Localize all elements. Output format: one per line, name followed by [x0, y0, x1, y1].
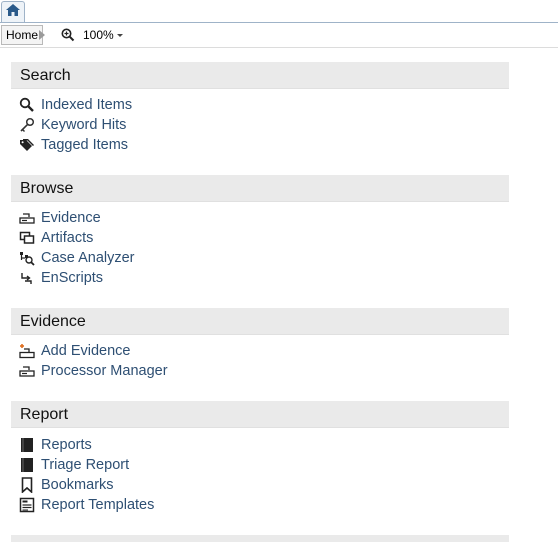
tab-home[interactable]: [1, 1, 25, 22]
link-case-analyzer[interactable]: Case Analyzer: [18, 248, 135, 268]
section-title: Browse: [11, 175, 509, 202]
link-label: Tagged Items: [41, 137, 129, 153]
link-label: Evidence: [41, 210, 101, 226]
link-label: Case Analyzer: [41, 250, 135, 266]
artifacts-icon: [18, 230, 36, 246]
link-triage-report[interactable]: Triage Report: [18, 455, 129, 475]
section-report: Report: [11, 401, 509, 428]
link-label: Add Evidence: [41, 343, 131, 359]
book-icon: [18, 457, 36, 473]
section-evidence: Evidence: [11, 308, 509, 335]
link-label: EnScripts: [41, 270, 104, 286]
book-icon: [18, 437, 36, 453]
tab-strip: [0, 0, 558, 23]
link-evidence[interactable]: Evidence: [18, 208, 101, 228]
tags-icon: [18, 137, 36, 153]
case-analyzer-icon: [18, 250, 36, 266]
link-keyword-hits[interactable]: Keyword Hits: [18, 115, 126, 135]
section-title: Evidence: [11, 308, 509, 335]
breadcrumb-home[interactable]: Home: [1, 25, 44, 45]
link-label: Processor Manager: [41, 363, 168, 379]
link-enscripts[interactable]: EnScripts: [18, 268, 103, 288]
zoom-level[interactable]: 100%: [83, 28, 114, 42]
zoom-dropdown-caret-icon[interactable]: [117, 34, 123, 37]
link-label: Reports: [41, 437, 92, 453]
section-search: Search: [11, 62, 509, 89]
breadcrumb-arrow-icon: [39, 30, 45, 40]
template-icon: [18, 497, 36, 513]
section-browse: Browse: [11, 175, 509, 202]
link-add-evidence[interactable]: Add Evidence: [18, 341, 130, 361]
link-label: Indexed Items: [41, 97, 133, 113]
link-tagged-items[interactable]: Tagged Items: [18, 135, 128, 155]
link-report-templates[interactable]: Report Templates: [18, 495, 154, 515]
key-icon: [18, 117, 36, 133]
link-label: Report Templates: [41, 497, 155, 513]
link-label: Artifacts: [41, 230, 94, 246]
add-evidence-icon: [18, 343, 36, 359]
processor-icon: [18, 363, 36, 379]
view-toolbar: Home 100%: [0, 23, 558, 48]
link-reports[interactable]: Reports: [18, 435, 92, 455]
zoom-icon[interactable]: [61, 28, 75, 47]
next-section-header: [11, 535, 509, 542]
bookmark-icon: [18, 477, 36, 493]
enscripts-icon: [18, 270, 36, 286]
section-title: Search: [11, 62, 509, 89]
link-label: Keyword Hits: [41, 117, 127, 133]
link-label: Bookmarks: [41, 477, 114, 493]
section-title: Report: [11, 401, 509, 428]
home-icon: [6, 3, 20, 21]
link-label: Triage Report: [41, 457, 130, 473]
evidence-drive-icon: [18, 210, 36, 226]
link-processor-manager[interactable]: Processor Manager: [18, 361, 168, 381]
link-indexed-items[interactable]: Indexed Items: [18, 95, 132, 115]
magnifier-icon: [18, 97, 36, 113]
link-artifacts[interactable]: Artifacts: [18, 228, 93, 248]
link-bookmarks[interactable]: Bookmarks: [18, 475, 114, 495]
